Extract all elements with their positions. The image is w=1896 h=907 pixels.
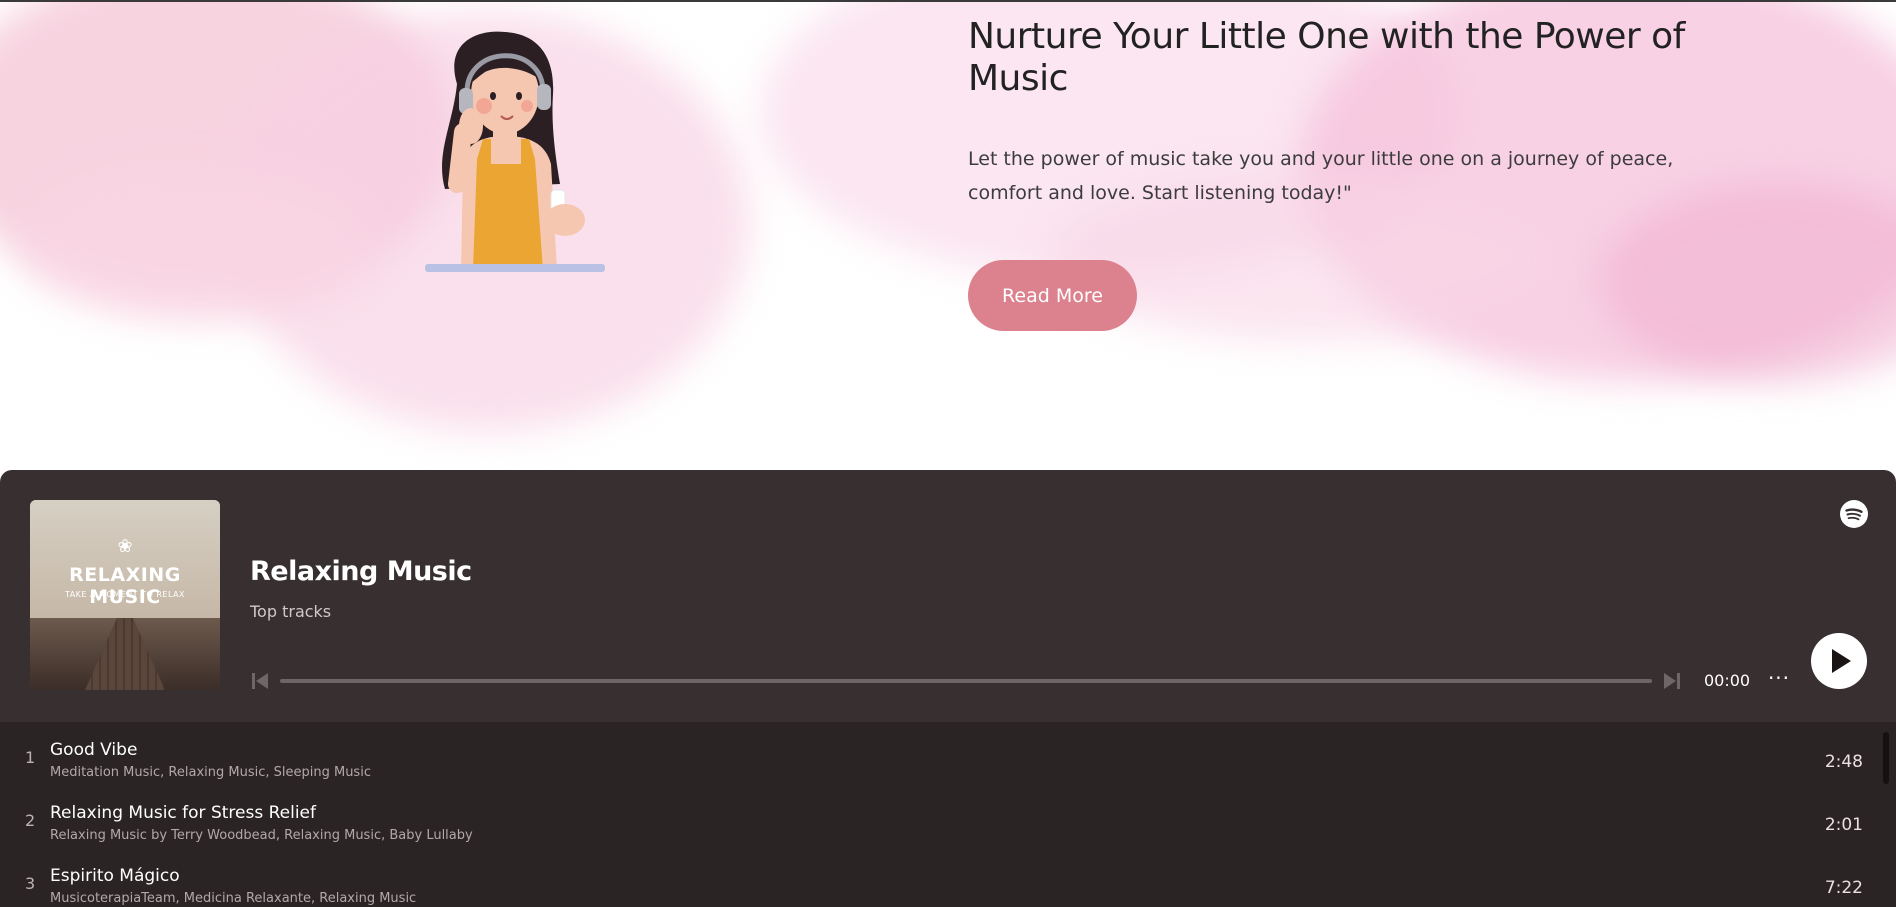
more-icon[interactable]: ··· bbox=[1766, 668, 1792, 694]
track-row[interactable]: 2 Relaxing Music for Stress Relief Relax… bbox=[0, 785, 1880, 845]
track-number: 2 bbox=[25, 811, 36, 830]
track-name[interactable]: Espirito Mágico bbox=[50, 866, 180, 886]
hero-title: Nurture Your Little One with the Power o… bbox=[968, 16, 1685, 99]
track-number: 3 bbox=[25, 874, 36, 893]
album-cover[interactable]: ❀ RELAXING MUSIC TAKE A MOMENT TO RELAX bbox=[30, 500, 220, 690]
skip-forward-icon[interactable] bbox=[1662, 671, 1682, 691]
play-button[interactable] bbox=[1811, 633, 1867, 689]
skip-back-icon[interactable] bbox=[250, 671, 270, 691]
cover-pier bbox=[30, 618, 220, 690]
scrollbar-thumb[interactable] bbox=[1883, 732, 1889, 784]
track-number: 1 bbox=[25, 748, 36, 767]
read-more-button[interactable]: Read More bbox=[968, 260, 1137, 331]
hero-description: Let the power of music take you and your… bbox=[968, 148, 1674, 204]
progress-bar[interactable] bbox=[280, 679, 1652, 683]
play-icon bbox=[1832, 649, 1851, 673]
track-row[interactable]: 1 Good Vibe Meditation Music, Relaxing M… bbox=[0, 722, 1880, 782]
track-list: 1 Good Vibe Meditation Music, Relaxing M… bbox=[0, 722, 1896, 907]
playlist-subtitle: Top tracks bbox=[250, 602, 332, 621]
cover-title: RELAXING MUSIC bbox=[69, 564, 181, 608]
track-name[interactable]: Good Vibe bbox=[50, 740, 137, 760]
elapsed-time: 00:00 bbox=[1704, 671, 1751, 690]
track-artists[interactable]: MusicoterapiaTeam, Medicina Relaxante, R… bbox=[50, 891, 416, 906]
hero-section: Nurture Your Little One with the Power o… bbox=[0, 0, 1896, 470]
track-duration: 2:01 bbox=[1824, 815, 1863, 835]
spotify-embed-player: ❀ RELAXING MUSIC TAKE A MOMENT TO RELAX … bbox=[0, 470, 1896, 907]
spotify-icon[interactable] bbox=[1840, 500, 1868, 528]
watercolor-wash bbox=[20, 162, 380, 322]
track-row[interactable]: 3 Espirito Mágico MusicoterapiaTeam, Med… bbox=[0, 848, 1880, 907]
headphones-woman-illustration bbox=[405, 24, 625, 280]
track-artists[interactable]: Meditation Music, Relaxing Music, Sleepi… bbox=[50, 765, 371, 780]
track-name[interactable]: Relaxing Music for Stress Relief bbox=[50, 803, 316, 823]
playlist-title[interactable]: Relaxing Music bbox=[250, 556, 472, 587]
track-duration: 7:22 bbox=[1824, 878, 1863, 898]
track-duration: 2:48 bbox=[1824, 752, 1863, 772]
track-artists[interactable]: Relaxing Music by Terry Woodbead, Relaxi… bbox=[50, 828, 473, 843]
cover-subtitle: TAKE A MOMENT TO RELAX bbox=[64, 590, 186, 599]
lotus-icon: ❀ bbox=[117, 536, 133, 557]
